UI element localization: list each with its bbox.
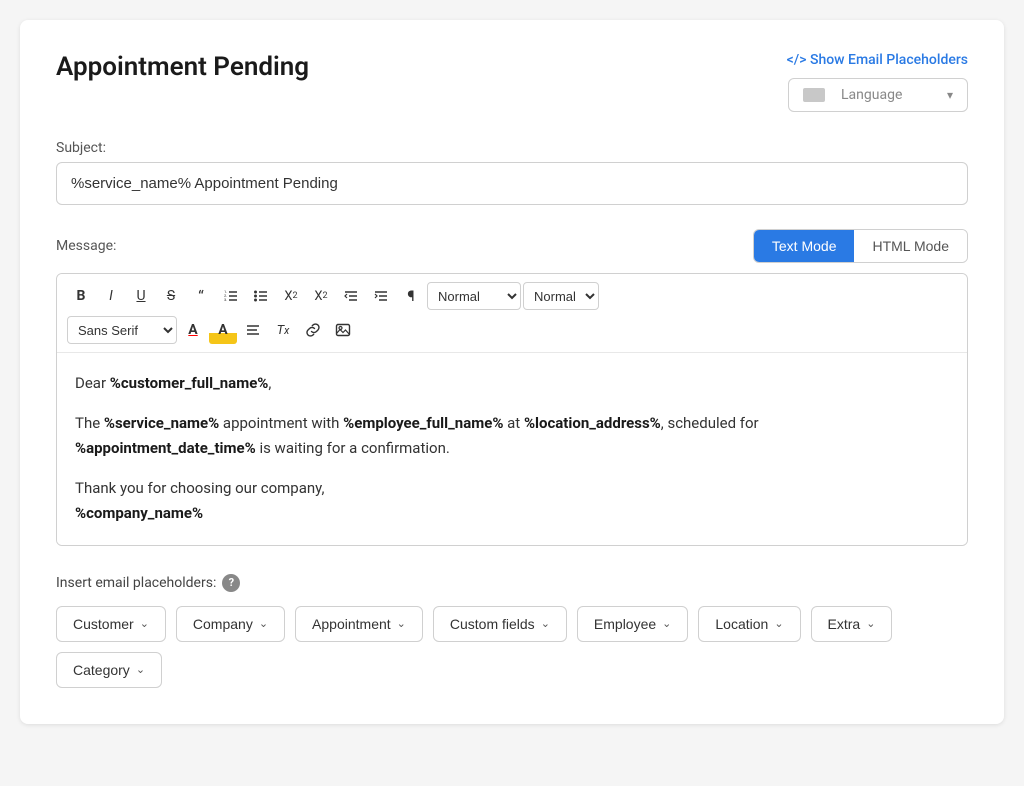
language-dropdown[interactable]: Language ▾ — [788, 78, 968, 112]
page-title: Appointment Pending — [56, 52, 309, 82]
font-color-button[interactable]: A — [179, 316, 207, 344]
chevron-down-icon: ⌄ — [140, 617, 149, 630]
header-row: Appointment Pending </> Show Email Place… — [56, 52, 968, 112]
header-right: </> Show Email Placeholders Language ▾ — [787, 52, 968, 112]
bold-button[interactable]: B — [67, 282, 95, 310]
var-service-name: %service_name% — [104, 414, 219, 432]
ordered-list-button[interactable]: 1.2.3. — [217, 282, 245, 310]
var-employee-full-name: %employee_full_name% — [343, 414, 503, 432]
chevron-down-icon: ▾ — [947, 88, 953, 102]
blockquote-button[interactable]: “ — [187, 282, 215, 310]
clear-format-button[interactable]: Tx — [269, 316, 297, 344]
placeholder-btn-employee[interactable]: Employee ⌄ — [577, 606, 688, 642]
link-button[interactable] — [299, 316, 327, 344]
heading-select-1[interactable]: Normal Heading 1 Heading 2 — [427, 282, 521, 310]
placeholder-btn-location[interactable]: Location ⌄ — [698, 606, 800, 642]
strikethrough-button[interactable]: S — [157, 282, 185, 310]
underline-button[interactable]: U — [127, 282, 155, 310]
mode-buttons: Text Mode HTML Mode — [753, 229, 968, 263]
italic-button[interactable]: I — [97, 282, 125, 310]
language-text: Language — [841, 87, 939, 103]
subscript-button[interactable]: X2 — [277, 282, 305, 310]
chevron-down-icon: ⌄ — [866, 617, 875, 630]
indent-increase-button[interactable] — [367, 282, 395, 310]
indent-decrease-button[interactable] — [337, 282, 365, 310]
editor-wrapper: B I U S “ 1.2.3. X2 X2 ¶ — [56, 273, 968, 546]
main-container: Appointment Pending </> Show Email Place… — [20, 20, 1004, 724]
placeholder-btn-appointment[interactable]: Appointment ⌄ — [295, 606, 423, 642]
insert-placeholders-label: Insert email placeholders: ? — [56, 574, 968, 592]
heading-select-2[interactable]: Normal Small Large — [523, 282, 599, 310]
help-icon[interactable]: ? — [222, 574, 240, 592]
html-mode-button[interactable]: HTML Mode — [854, 230, 967, 262]
placeholder-btn-extra[interactable]: Extra ⌄ — [811, 606, 893, 642]
subject-input[interactable] — [56, 162, 968, 205]
var-location-address: %location_address% — [524, 414, 661, 432]
chevron-down-icon: ⌄ — [259, 617, 268, 630]
message-header: Message: Text Mode HTML Mode — [56, 229, 968, 263]
text-mode-button[interactable]: Text Mode — [754, 230, 855, 262]
unordered-list-button[interactable] — [247, 282, 275, 310]
toolbar: B I U S “ 1.2.3. X2 X2 ¶ — [57, 274, 967, 353]
chevron-down-icon: ⌄ — [541, 617, 550, 630]
chevron-down-icon: ⌄ — [662, 617, 671, 630]
placeholder-btn-custom-fields[interactable]: Custom fields ⌄ — [433, 606, 567, 642]
paragraph-button[interactable]: ¶ — [397, 282, 425, 310]
language-flag — [803, 88, 825, 102]
placeholder-btn-category[interactable]: Category ⌄ — [56, 652, 162, 688]
image-button[interactable] — [329, 316, 357, 344]
font-family-select[interactable]: Sans Serif Serif Monospace — [67, 316, 177, 344]
placeholder-buttons: Customer ⌄ Company ⌄ Appointment ⌄ Custo… — [56, 606, 968, 688]
var-customer-full-name: %customer_full_name% — [110, 374, 269, 392]
svg-text:3.: 3. — [224, 297, 227, 302]
superscript-button[interactable]: X2 — [307, 282, 335, 310]
chevron-down-icon: ⌄ — [397, 617, 406, 630]
editor-content[interactable]: Dear %customer_full_name%, The %service_… — [57, 353, 967, 545]
var-company-name: %company_name% — [75, 504, 203, 522]
subject-label: Subject: — [56, 140, 968, 156]
placeholder-btn-customer[interactable]: Customer ⌄ — [56, 606, 166, 642]
chevron-down-icon: ⌄ — [136, 663, 145, 676]
toolbar-row1: B I U S “ 1.2.3. X2 X2 ¶ — [67, 282, 599, 310]
align-button[interactable] — [239, 316, 267, 344]
var-appointment-date-time: %appointment_date_time% — [75, 439, 256, 457]
font-highlight-button[interactable]: A — [209, 316, 237, 344]
chevron-down-icon: ⌄ — [774, 617, 783, 630]
message-label: Message: — [56, 238, 116, 254]
toolbar-row2: Sans Serif Serif Monospace A A Tx — [67, 316, 957, 344]
placeholder-btn-company[interactable]: Company ⌄ — [176, 606, 285, 642]
show-placeholders-link[interactable]: </> Show Email Placeholders — [787, 52, 968, 68]
